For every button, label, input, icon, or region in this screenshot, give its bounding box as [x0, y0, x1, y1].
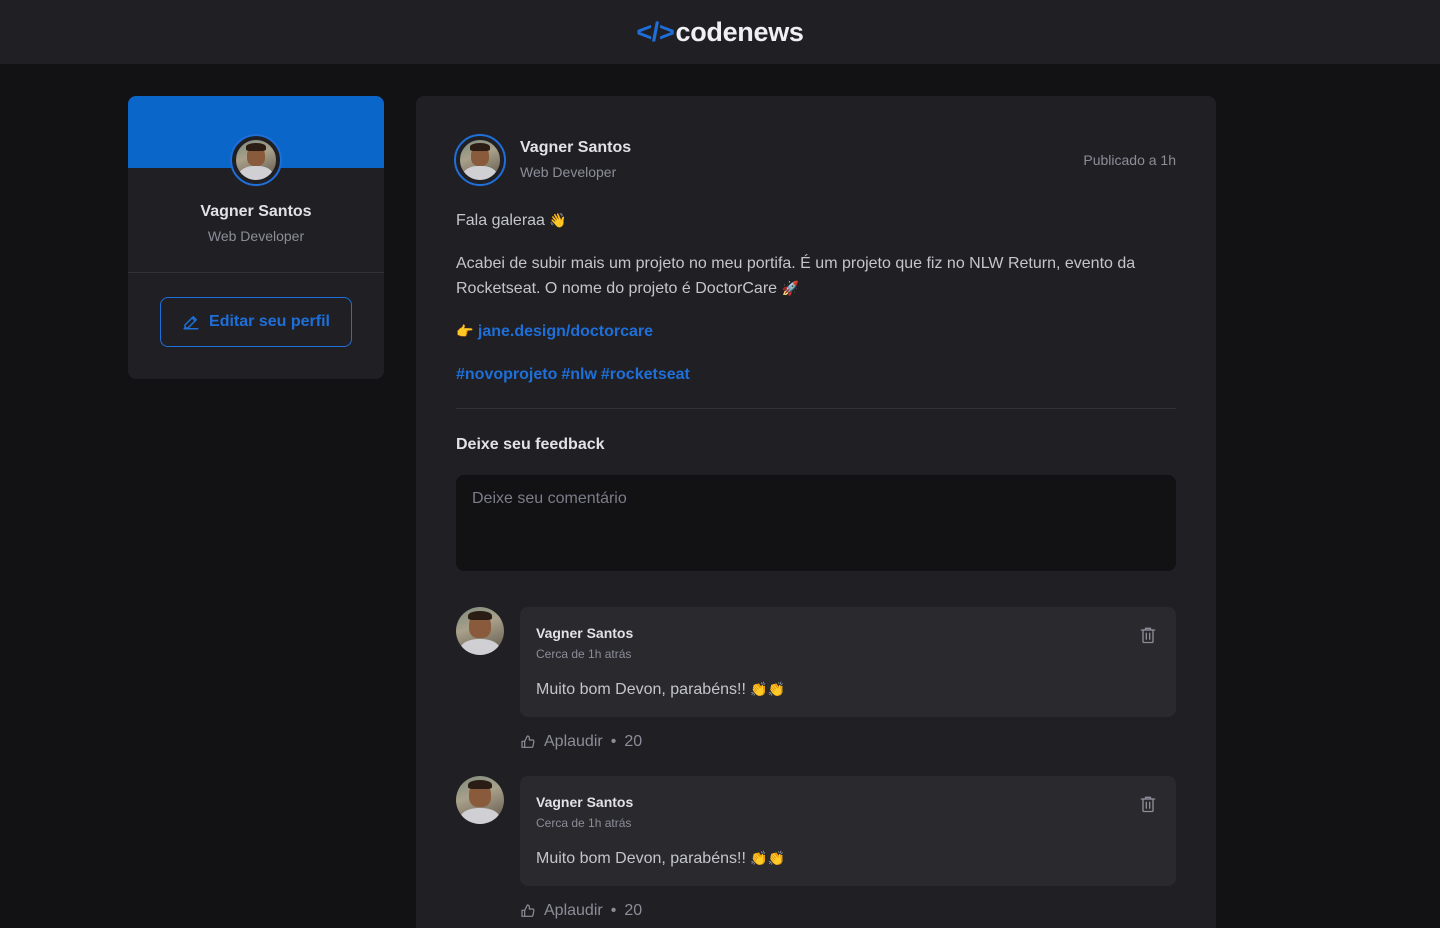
- logo[interactable]: </> codenews: [636, 16, 804, 48]
- comment-input[interactable]: [456, 475, 1176, 571]
- post-body: Acabei de subir mais um projeto no meu p…: [456, 255, 1136, 297]
- applaud-button[interactable]: Aplaudir • 20: [520, 733, 642, 751]
- applaud-label: Aplaudir: [544, 733, 603, 750]
- divider: [456, 408, 1176, 409]
- applaud-button[interactable]: Aplaudir • 20: [520, 902, 642, 920]
- code-brackets-icon: </>: [636, 16, 675, 47]
- applaud-count: 20: [624, 733, 643, 750]
- comment-time: Cerca de 1h atrás: [536, 647, 632, 661]
- pencil-icon: [183, 316, 199, 330]
- divider: [128, 272, 384, 273]
- applaud-count: 20: [624, 902, 643, 919]
- post-time: Publicado a 1h: [1083, 152, 1176, 168]
- avatar[interactable]: [454, 134, 506, 186]
- project-link[interactable]: jane.design/doctorcare: [478, 323, 653, 340]
- clapping-hands-icon: 👏👏: [750, 682, 786, 698]
- trash-icon: [1140, 796, 1156, 813]
- comment-author: Vagner Santos: [536, 794, 634, 810]
- comment-text: Muito bom Devon, parabéns!! 👏👏: [536, 681, 786, 698]
- top-header: </> codenews: [0, 0, 1440, 64]
- avatar[interactable]: [456, 776, 504, 824]
- comment-author: Vagner Santos: [536, 625, 634, 641]
- profile-sidebar: Vagner Santos Web Developer Editar seu p…: [128, 96, 384, 379]
- comment-time: Cerca de 1h atrás: [536, 816, 632, 830]
- comment-box: Vagner Santos Cerca de 1h atrás Muito bo…: [520, 776, 1176, 886]
- tag-link[interactable]: #rocketseat: [601, 366, 690, 383]
- author-name: Vagner Santos: [520, 139, 632, 156]
- avatar[interactable]: [456, 607, 504, 655]
- clapping-hands-icon: 👏👏: [750, 851, 786, 867]
- profile-name: Vagner Santos: [200, 203, 312, 220]
- author-role: Web Developer: [520, 164, 617, 180]
- trash-icon: [1140, 627, 1156, 644]
- profile-role: Web Developer: [207, 228, 305, 244]
- comment-box: Vagner Santos Cerca de 1h atrás Muito bo…: [520, 607, 1176, 717]
- applaud-label: Aplaudir: [544, 902, 603, 919]
- edit-profile-button[interactable]: Editar seu perfil: [160, 297, 352, 347]
- tag-link[interactable]: #nlw: [561, 366, 597, 383]
- post-card: Vagner Santos Web Developer Publicado a …: [416, 96, 1216, 928]
- delete-comment-button[interactable]: [1136, 792, 1160, 816]
- thumbs-up-icon: [521, 904, 535, 917]
- tag-link[interactable]: #novoprojeto: [456, 366, 557, 383]
- delete-comment-button[interactable]: [1136, 623, 1160, 647]
- feedback-title: Deixe seu feedback: [456, 436, 605, 453]
- comment-text: Muito bom Devon, parabéns!! 👏👏: [536, 850, 786, 867]
- avatar[interactable]: [230, 134, 282, 186]
- edit-profile-label: Editar seu perfil: [209, 313, 330, 330]
- rocket-icon: 🚀: [781, 281, 799, 297]
- post-greeting: Fala galeraa 👋: [456, 212, 567, 229]
- logo-text: codenews: [675, 16, 804, 47]
- pointing-hand-icon: 👉: [456, 324, 474, 340]
- post-content: Fala galeraa 👋 Acabei de subir mais um p…: [456, 208, 1176, 404]
- post-tags: #novoprojeto #nlw #rocketseat: [456, 362, 1176, 387]
- post-link-line: 👉 jane.design/doctorcare: [456, 319, 1176, 345]
- waving-hand-icon: 👋: [549, 213, 567, 229]
- thumbs-up-icon: [521, 735, 535, 748]
